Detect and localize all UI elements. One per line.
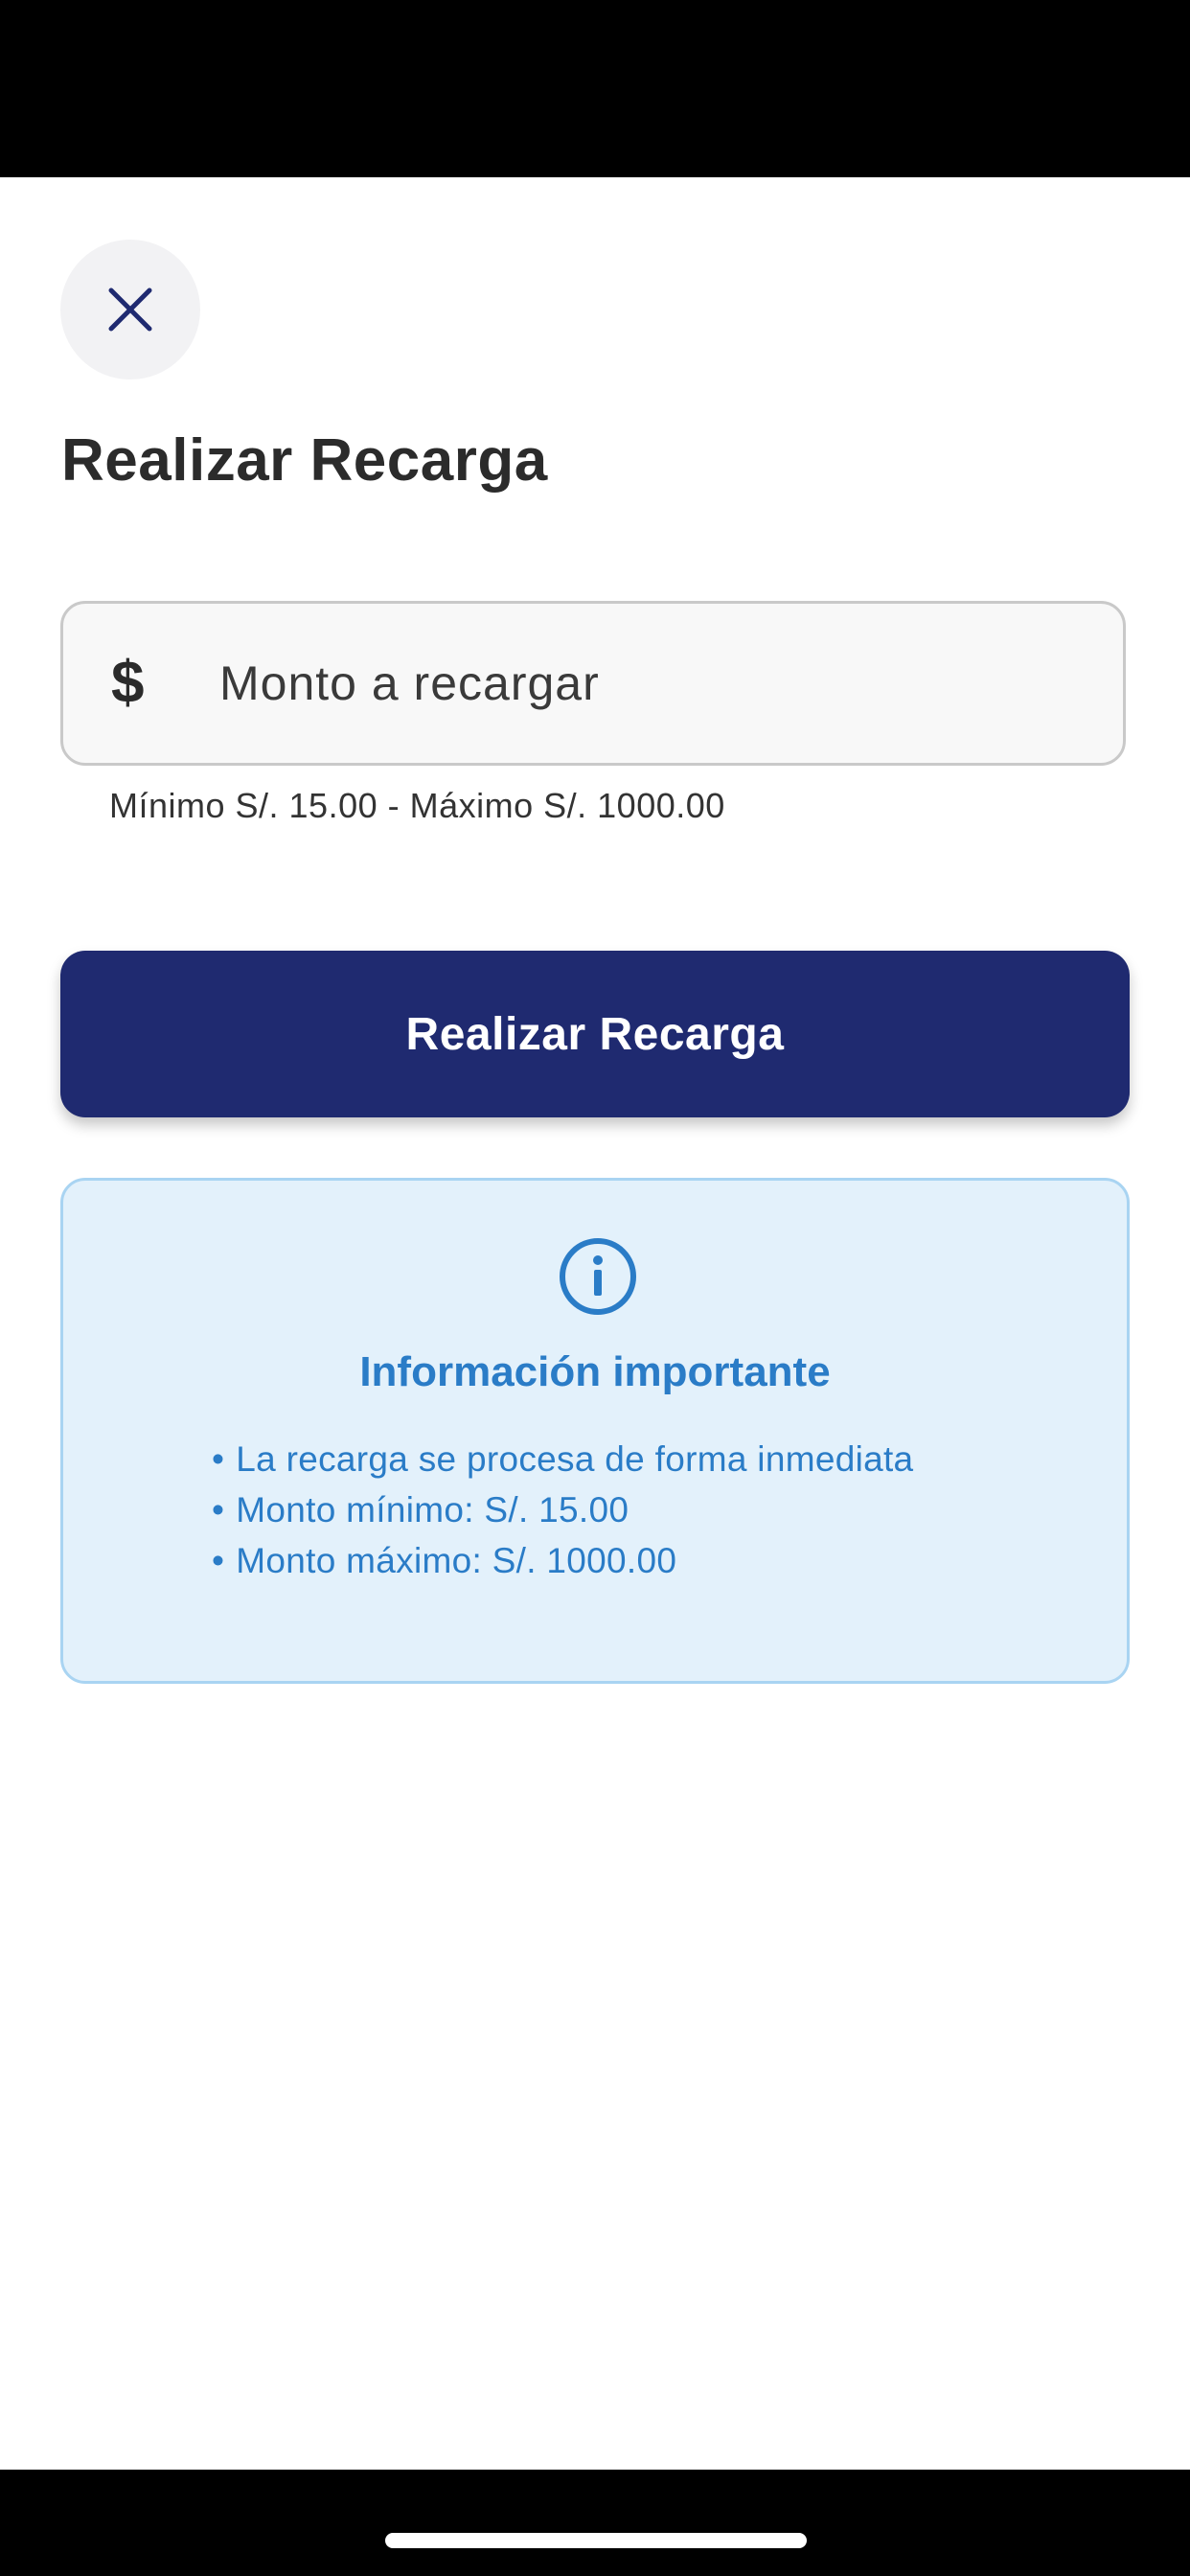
home-indicator[interactable] [385, 2533, 807, 2548]
page-title: Realizar Recarga [61, 427, 548, 494]
info-list: La recarga se procesa de forma inmediata… [212, 1434, 913, 1586]
dollar-icon: $ [111, 650, 145, 716]
recharge-screen: Realizar Recarga $ Mínimo S/. 15.00 - Má… [0, 0, 1190, 2576]
info-list-item: Monto mínimo: S/. 15.00 [212, 1484, 913, 1535]
info-list-item: La recarga se procesa de forma inmediata [212, 1434, 913, 1484]
amount-input[interactable] [219, 604, 1082, 763]
info-icon [560, 1238, 636, 1315]
close-button[interactable] [60, 240, 200, 380]
info-list-item: Monto máximo: S/. 1000.00 [212, 1535, 913, 1586]
submit-recharge-button[interactable]: Realizar Recarga [60, 951, 1130, 1117]
info-card: Información importante La recarga se pro… [60, 1178, 1130, 1684]
status-bar [0, 0, 1190, 177]
home-bar [0, 2470, 1190, 2576]
amount-field[interactable]: $ [60, 601, 1126, 766]
amount-helper-text: Mínimo S/. 15.00 - Máximo S/. 1000.00 [109, 786, 725, 825]
info-card-title: Información importante [359, 1348, 831, 1395]
close-icon [108, 288, 152, 332]
